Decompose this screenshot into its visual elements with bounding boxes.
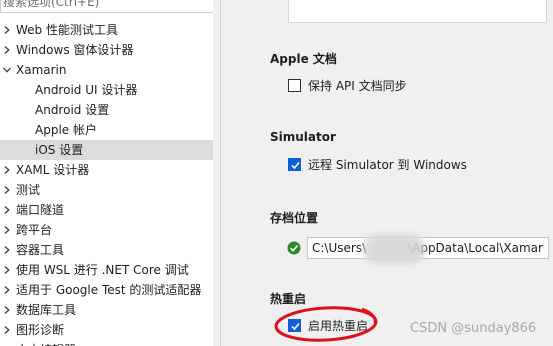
chevron-right-icon[interactable] <box>3 326 11 334</box>
previous-setting-panel <box>288 0 547 23</box>
search-input[interactable] <box>3 0 203 10</box>
tree-item[interactable]: 跨平台 <box>0 220 213 240</box>
tree-item[interactable]: Web 性能测试工具 <box>0 20 213 40</box>
tree-item[interactable]: 图形诊断 <box>0 320 213 340</box>
tree-item-label: 跨平台 <box>16 223 53 237</box>
hot-restart-title: 热重启 <box>270 292 307 306</box>
chevron-right-icon[interactable] <box>3 26 11 34</box>
tree-item-label: Web 性能测试工具 <box>16 23 118 37</box>
tree-item[interactable]: 容器工具 <box>0 240 213 260</box>
chevron-right-icon[interactable] <box>3 306 11 314</box>
tree-item-label: Xamarin <box>16 63 67 77</box>
tree-item[interactable]: 文本编辑器 <box>0 340 213 346</box>
tree-item-label: 测试 <box>16 183 41 197</box>
tree-item-label: 适用于 Google Test 的测试适配器 <box>16 283 202 297</box>
archive-path-input[interactable] <box>312 240 548 256</box>
remote-simulator-label: 远程 Simulator 到 Windows <box>308 158 467 172</box>
checkmark-icon <box>291 322 300 331</box>
enable-hot-restart-box[interactable] <box>288 319 301 332</box>
chevron-right-icon[interactable] <box>3 226 11 234</box>
enable-hot-restart-label: 启用热重启 <box>308 319 369 333</box>
tree-item[interactable]: Apple 帐户 <box>0 120 213 140</box>
tree-item-label: Apple 帐户 <box>35 123 97 137</box>
tree-item[interactable]: Android UI 设计器 <box>0 80 213 100</box>
tree-item-label: Android 设置 <box>35 103 110 117</box>
simulator-title: Simulator <box>270 130 336 144</box>
apple-docs-title: Apple 文档 <box>270 52 337 66</box>
redaction-blur <box>363 234 425 264</box>
tree-item[interactable]: 测试 <box>0 180 213 200</box>
remote-simulator-box[interactable] <box>288 158 301 171</box>
tree-item[interactable]: 端口隧道 <box>0 200 213 220</box>
check-circle-icon <box>287 241 301 255</box>
tree-item-label: Windows 窗体设计器 <box>16 43 134 57</box>
checkmark-icon <box>291 161 300 170</box>
tree-item-label: 使用 WSL 进行 .NET Core 调试 <box>16 263 189 277</box>
archive-location-title: 存档位置 <box>270 211 319 225</box>
tree-item[interactable]: Windows 窗体设计器 <box>0 40 213 60</box>
tree-item-label: 文本编辑器 <box>16 340 76 346</box>
tree-item-label: 容器工具 <box>16 243 65 257</box>
tree-item[interactable]: 适用于 Google Test 的测试适配器 <box>0 280 213 300</box>
keep-api-docs-sync-label: 保持 API 文档同步 <box>308 79 407 93</box>
keep-api-docs-sync-box[interactable] <box>288 79 301 92</box>
tree-item-label: iOS 设置 <box>35 143 84 157</box>
chevron-right-icon[interactable] <box>3 246 11 254</box>
tree-item-label: 数据库工具 <box>16 303 77 317</box>
tree-item-label: 端口隧道 <box>16 203 65 217</box>
chevron-right-icon[interactable] <box>3 186 11 194</box>
tree-item-label: XAML 设计器 <box>16 163 90 177</box>
chevron-down-icon[interactable] <box>3 66 11 74</box>
options-tree-pane: Web 性能测试工具 Windows 窗体设计器 Xamarin Android UI… <box>0 0 213 346</box>
tree-item-label: Android UI 设计器 <box>35 83 138 97</box>
search-box[interactable] <box>0 0 213 13</box>
settings-pane: Apple 文档 保持 API 文档同步 Simulator 远程 Simula… <box>233 0 553 346</box>
chevron-right-icon[interactable] <box>3 266 11 274</box>
chevron-right-icon[interactable] <box>3 166 11 174</box>
chevron-right-icon[interactable] <box>3 286 11 294</box>
tree-item[interactable]: XAML 设计器 <box>0 160 213 180</box>
pane-splitter[interactable] <box>213 0 233 346</box>
chevron-right-icon[interactable] <box>3 206 11 214</box>
tree-item[interactable]: Android 设置 <box>0 100 213 120</box>
tree-item[interactable]: iOS 设置 <box>0 140 213 160</box>
tree-item[interactable]: 使用 WSL 进行 .NET Core 调试 <box>0 260 213 280</box>
watermark: CSDN @sunday866 <box>410 321 537 336</box>
tree-item-label: 图形诊断 <box>16 323 65 337</box>
tree-item[interactable]: 数据库工具 <box>0 300 213 320</box>
archive-path-field[interactable] <box>307 237 549 259</box>
tree-item[interactable]: Xamarin <box>0 60 213 80</box>
chevron-right-icon[interactable] <box>3 46 11 54</box>
